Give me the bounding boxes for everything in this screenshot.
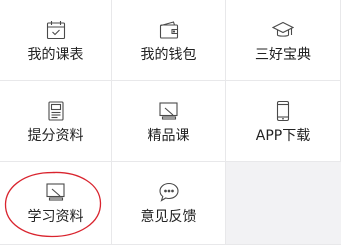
menu-item-my-schedule[interactable]: 我的课表 xyxy=(0,0,112,81)
chat-bubble-icon xyxy=(158,181,180,203)
calendar-icon xyxy=(45,19,67,41)
wallet-icon xyxy=(158,19,180,41)
graduation-cap-icon xyxy=(272,19,294,41)
phone-icon xyxy=(272,100,294,122)
menu-item-label: 三好宝典 xyxy=(255,47,311,63)
menu-item-label: 意见反馈 xyxy=(140,209,197,225)
menu-item-my-wallet[interactable]: 我的钱包 xyxy=(112,0,226,81)
document-icon xyxy=(45,100,67,122)
menu-grid: 我的课表 我的钱包 三好宝典 提分资料 精品课 APP下载 学习资料 意见反馈 xyxy=(0,0,341,245)
menu-item-label: APP下载 xyxy=(255,128,311,144)
menu-item-premium-courses[interactable]: 精品课 xyxy=(112,81,226,162)
menu-item-label: 我的课表 xyxy=(27,47,84,63)
menu-item-score-materials[interactable]: 提分资料 xyxy=(0,81,112,162)
menu-item-label: 我的钱包 xyxy=(140,47,197,63)
menu-item-label: 提分资料 xyxy=(27,128,84,144)
menu-item-label: 学习资料 xyxy=(27,209,84,225)
menu-item-study-materials[interactable]: 学习资料 xyxy=(0,162,112,245)
empty-grid-cell xyxy=(226,162,341,245)
menu-item-app-download[interactable]: APP下载 xyxy=(226,81,341,162)
menu-item-label: 精品课 xyxy=(147,128,190,144)
slate-icon xyxy=(158,100,180,122)
menu-item-handbook[interactable]: 三好宝典 xyxy=(226,0,341,81)
slate-icon xyxy=(45,181,67,203)
menu-item-feedback[interactable]: 意见反馈 xyxy=(112,162,226,245)
